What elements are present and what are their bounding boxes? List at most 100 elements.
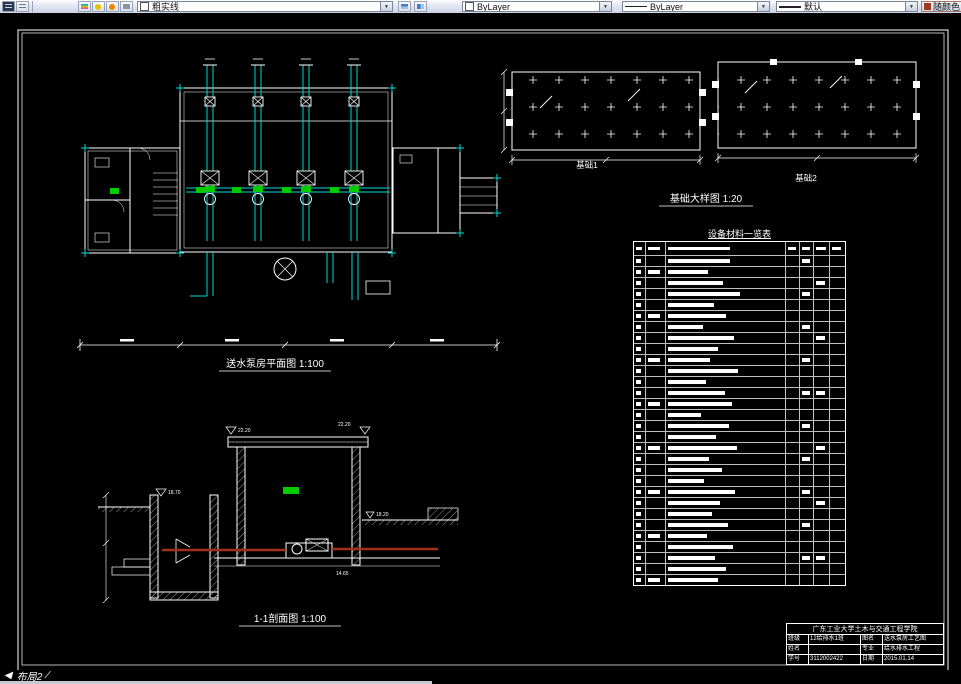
equipment-table-cell xyxy=(666,256,786,266)
equipment-table-cell xyxy=(830,399,845,409)
linetype-dropdown-arrow-icon[interactable]: ▼ xyxy=(758,1,770,12)
equipment-table-cell xyxy=(634,242,646,255)
toolbar-separator xyxy=(32,1,33,12)
equipment-table-cell xyxy=(800,498,814,508)
equipment-table-cell xyxy=(646,366,666,376)
equipment-table-cell xyxy=(646,322,666,332)
equipment-table-cell xyxy=(666,454,786,464)
equipment-table-cell xyxy=(666,399,786,409)
equipment-table-cell xyxy=(814,553,830,563)
lock-glyph xyxy=(123,4,130,9)
equipment-table-cell xyxy=(646,476,666,486)
equipment-table-title: 设备材料一览表 xyxy=(707,229,771,239)
equipment-table-cell xyxy=(786,498,800,508)
equipment-table-cell xyxy=(814,487,830,497)
layers-stack-icon[interactable] xyxy=(78,1,91,12)
equipment-table-row xyxy=(634,332,845,343)
color-control-dropdown[interactable]: ByLayer xyxy=(462,1,600,12)
equipment-table-row xyxy=(634,508,845,519)
equipment-table-cell xyxy=(800,377,814,387)
equipment-table-cell xyxy=(800,289,814,299)
equipment-table-cell xyxy=(814,242,830,255)
equipment-table-cell xyxy=(786,564,800,574)
equipment-table-cell xyxy=(786,278,800,288)
equipment-table-cell xyxy=(634,520,646,530)
equipment-table-row xyxy=(634,354,845,365)
equipment-table-cell xyxy=(814,410,830,420)
equipment-table-cell xyxy=(646,509,666,519)
equipment-table-cell xyxy=(814,509,830,519)
equipment-table-cell xyxy=(800,399,814,409)
equipment-table-row xyxy=(634,530,845,541)
title-block-row: 学号 3112002422 日期 2015.01.14 xyxy=(787,655,943,664)
section-view[interactable]: 18.70 22.20 22.20 18.20 14.65 xyxy=(98,422,459,604)
plot-style-label: 随颜色 xyxy=(933,2,961,12)
drawing-canvas[interactable]: 送水泵房平面图 1:100 基础1 基础2 基础大样图 1:20 18.70 2… xyxy=(0,13,961,670)
equipment-table-row xyxy=(634,255,845,266)
equipment-table-cell xyxy=(646,377,666,387)
plot-style-button[interactable]: 随颜色 xyxy=(921,1,961,12)
equipment-table-cell xyxy=(634,575,646,585)
lineweight-control-dropdown[interactable]: 默认 xyxy=(776,1,906,12)
layer-properties-icon[interactable] xyxy=(2,1,15,12)
equipment-table-cell xyxy=(800,366,814,376)
equipment-table-cell xyxy=(646,410,666,420)
equipment-table-cell xyxy=(814,542,830,552)
equipment-table-cell xyxy=(800,553,814,563)
equipment-table-cell xyxy=(800,509,814,519)
equipment-table-cell xyxy=(800,575,814,585)
equipment-table-cell xyxy=(634,344,646,354)
equipment-table-cell xyxy=(786,311,800,321)
title-block-cell: 班级 xyxy=(787,635,809,644)
equipment-table-row xyxy=(634,563,845,574)
linetype-control-dropdown[interactable]: ByLayer xyxy=(622,1,758,12)
equipment-table-cell xyxy=(666,267,786,277)
layer-states-icon[interactable] xyxy=(16,1,29,12)
linetype-value: ByLayer xyxy=(650,1,684,12)
equipment-table-cell xyxy=(646,553,666,563)
equipment-table-cell xyxy=(786,256,800,266)
equipment-table-cell xyxy=(646,531,666,541)
equipment-table-cell xyxy=(646,300,666,310)
layer-freeze-icon[interactable] xyxy=(106,1,119,12)
equipment-table-cell xyxy=(830,242,845,255)
layer-on-off-icon[interactable] xyxy=(92,1,105,12)
color-dropdown-arrow-icon[interactable]: ▼ xyxy=(600,1,612,12)
plan-dimension-line xyxy=(76,339,501,351)
layer-previous-icon[interactable] xyxy=(414,1,427,12)
sun-glyph xyxy=(109,4,115,10)
equipment-table-grid xyxy=(633,241,846,586)
foundation-detail-1[interactable] xyxy=(500,68,706,165)
make-object-layer-icon[interactable] xyxy=(398,1,411,12)
equipment-table-cell xyxy=(814,388,830,398)
equipment-table-cell xyxy=(830,256,845,266)
equipment-table-cell xyxy=(634,355,646,365)
title-block[interactable]: 广东工业大学土木与交通工程学院 班级 12给排水1班 图名 送水泵房工艺图 姓名 专业 给水… xyxy=(786,623,944,665)
equipment-table-cell xyxy=(830,432,845,442)
floor-plan[interactable] xyxy=(76,58,501,351)
layer-dropdown-arrow-icon[interactable]: ▼ xyxy=(381,1,393,12)
tab-slash-icon: ∕ xyxy=(47,670,49,681)
equipment-table-cell xyxy=(634,278,646,288)
linetype-preview-icon xyxy=(625,6,647,7)
equipment-table-cell xyxy=(646,344,666,354)
layer-select-dropdown[interactable]: 粗实线 xyxy=(137,1,381,12)
equipment-table-cell xyxy=(786,553,800,563)
title-block-cell: 2015.01.14 xyxy=(884,656,915,662)
level-text: 14.65 xyxy=(336,571,349,577)
equipment-table-cell xyxy=(666,300,786,310)
tabs-scroll-left-icon[interactable]: ◀ xyxy=(4,670,12,681)
equipment-table-cell xyxy=(666,278,786,288)
foundation-detail-2[interactable] xyxy=(712,59,920,163)
equipment-table-cell xyxy=(814,421,830,431)
equipment-table-cell xyxy=(814,399,830,409)
floor-plan-label: 送水泵房平面图 1:100 xyxy=(226,357,324,370)
equipment-table-cell xyxy=(634,498,646,508)
layer-lock-icon[interactable] xyxy=(120,1,133,12)
equipment-table-row xyxy=(634,519,845,530)
equipment-table-row xyxy=(634,464,845,475)
equipment-table-cell xyxy=(800,300,814,310)
equipment-table[interactable]: 设备材料一览表 xyxy=(633,228,846,586)
lineweight-dropdown-arrow-icon[interactable]: ▼ xyxy=(906,1,918,12)
equipment-table-row xyxy=(634,486,845,497)
